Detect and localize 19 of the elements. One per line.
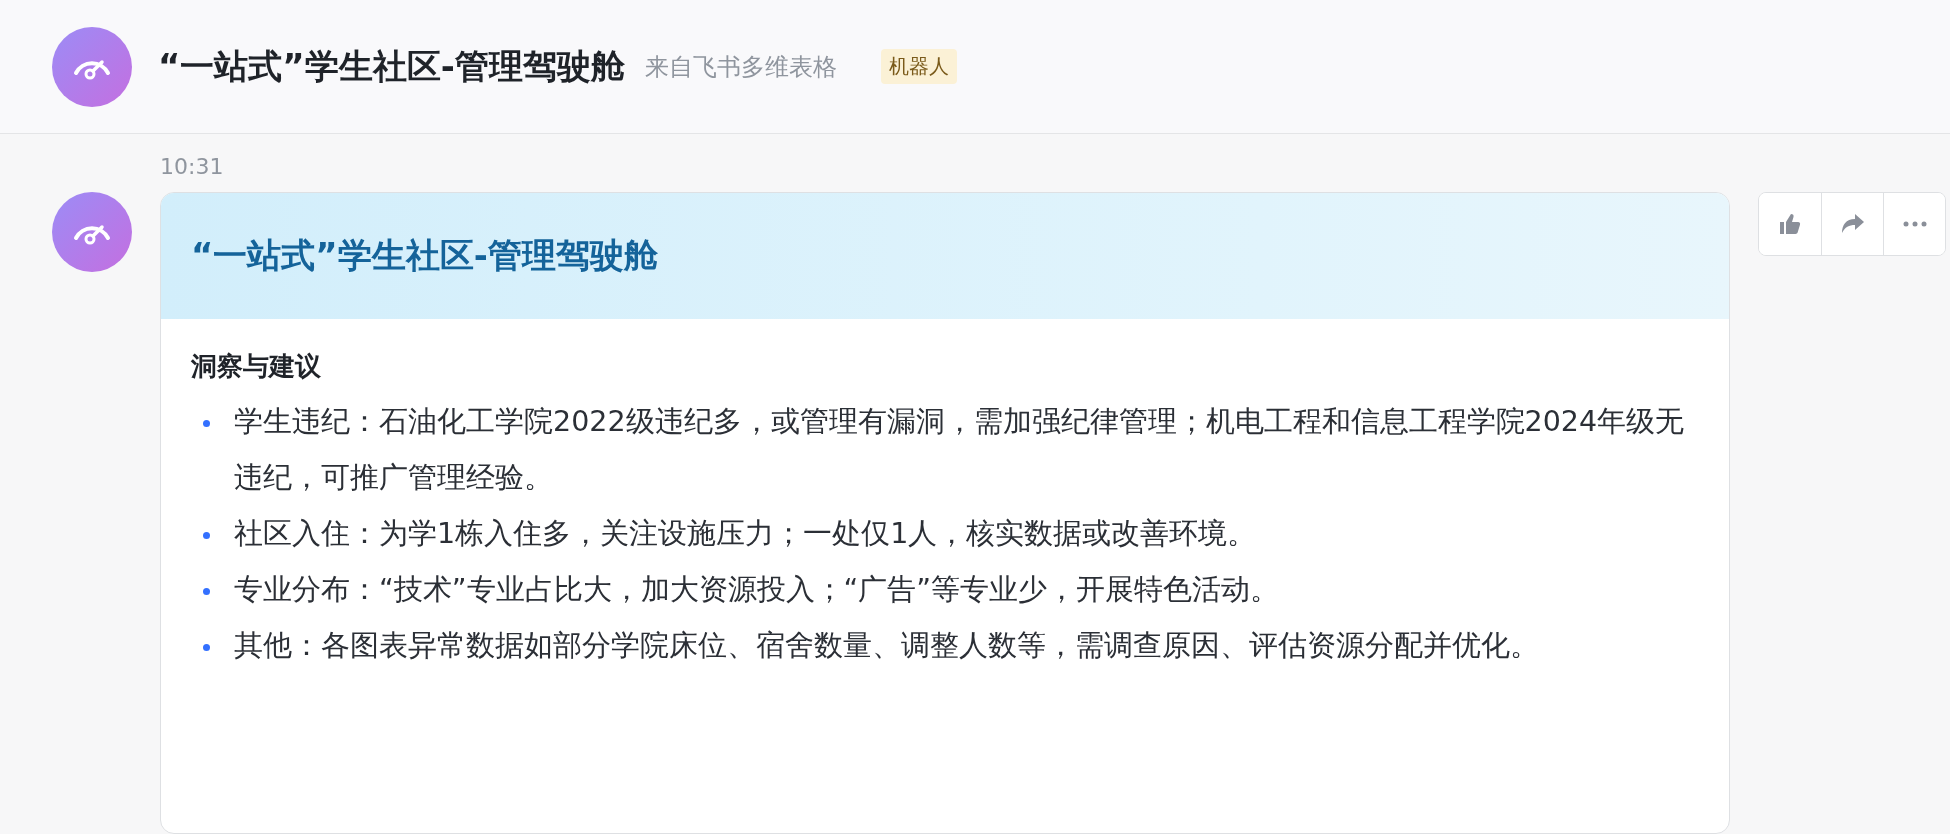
share-arrow-icon xyxy=(1840,213,1865,235)
chat-title: “一站式”学生社区-管理驾驶舱 xyxy=(158,44,625,88)
gauge-icon xyxy=(52,26,132,107)
gauge-icon xyxy=(52,192,132,272)
thumbs-up-icon xyxy=(1778,212,1802,236)
more-icon xyxy=(1902,221,1927,227)
bullet-icon xyxy=(203,588,210,595)
bullet-icon xyxy=(203,644,210,651)
source-label: 来自飞书多维表格 xyxy=(644,51,837,83)
insight-text: 专业分布：“技术”专业占比大，加大资源投入；“广告”等专业少，开展特色活动。 xyxy=(234,572,1280,608)
message-time: 10:31 xyxy=(160,154,225,180)
insight-text: 其他：各图表异常数据如部分学院床位、宿舍数量、调整人数等，需调查原因、评估资源分配并优化。 xyxy=(234,628,1539,664)
section-heading: 洞察与建议 xyxy=(191,350,322,383)
bot-tag: 机器人 xyxy=(880,49,957,84)
bullet-icon xyxy=(203,532,210,539)
card-title: “一站式”学生社区-管理驾驶舱 xyxy=(191,234,658,277)
insight-text: 社区入住：为学1栋入住多，关注设施压力；一处仅1人，核实数据或改善环境。 xyxy=(234,516,1257,552)
bullet-icon xyxy=(203,420,210,427)
insight-text: 学生违纪：石油化工学院2022级违纪多，或管理有漏洞，需加强纪律管理；机电工程和信息工程学院2024年级无违纪，可推广管理经验。 xyxy=(234,404,1686,496)
